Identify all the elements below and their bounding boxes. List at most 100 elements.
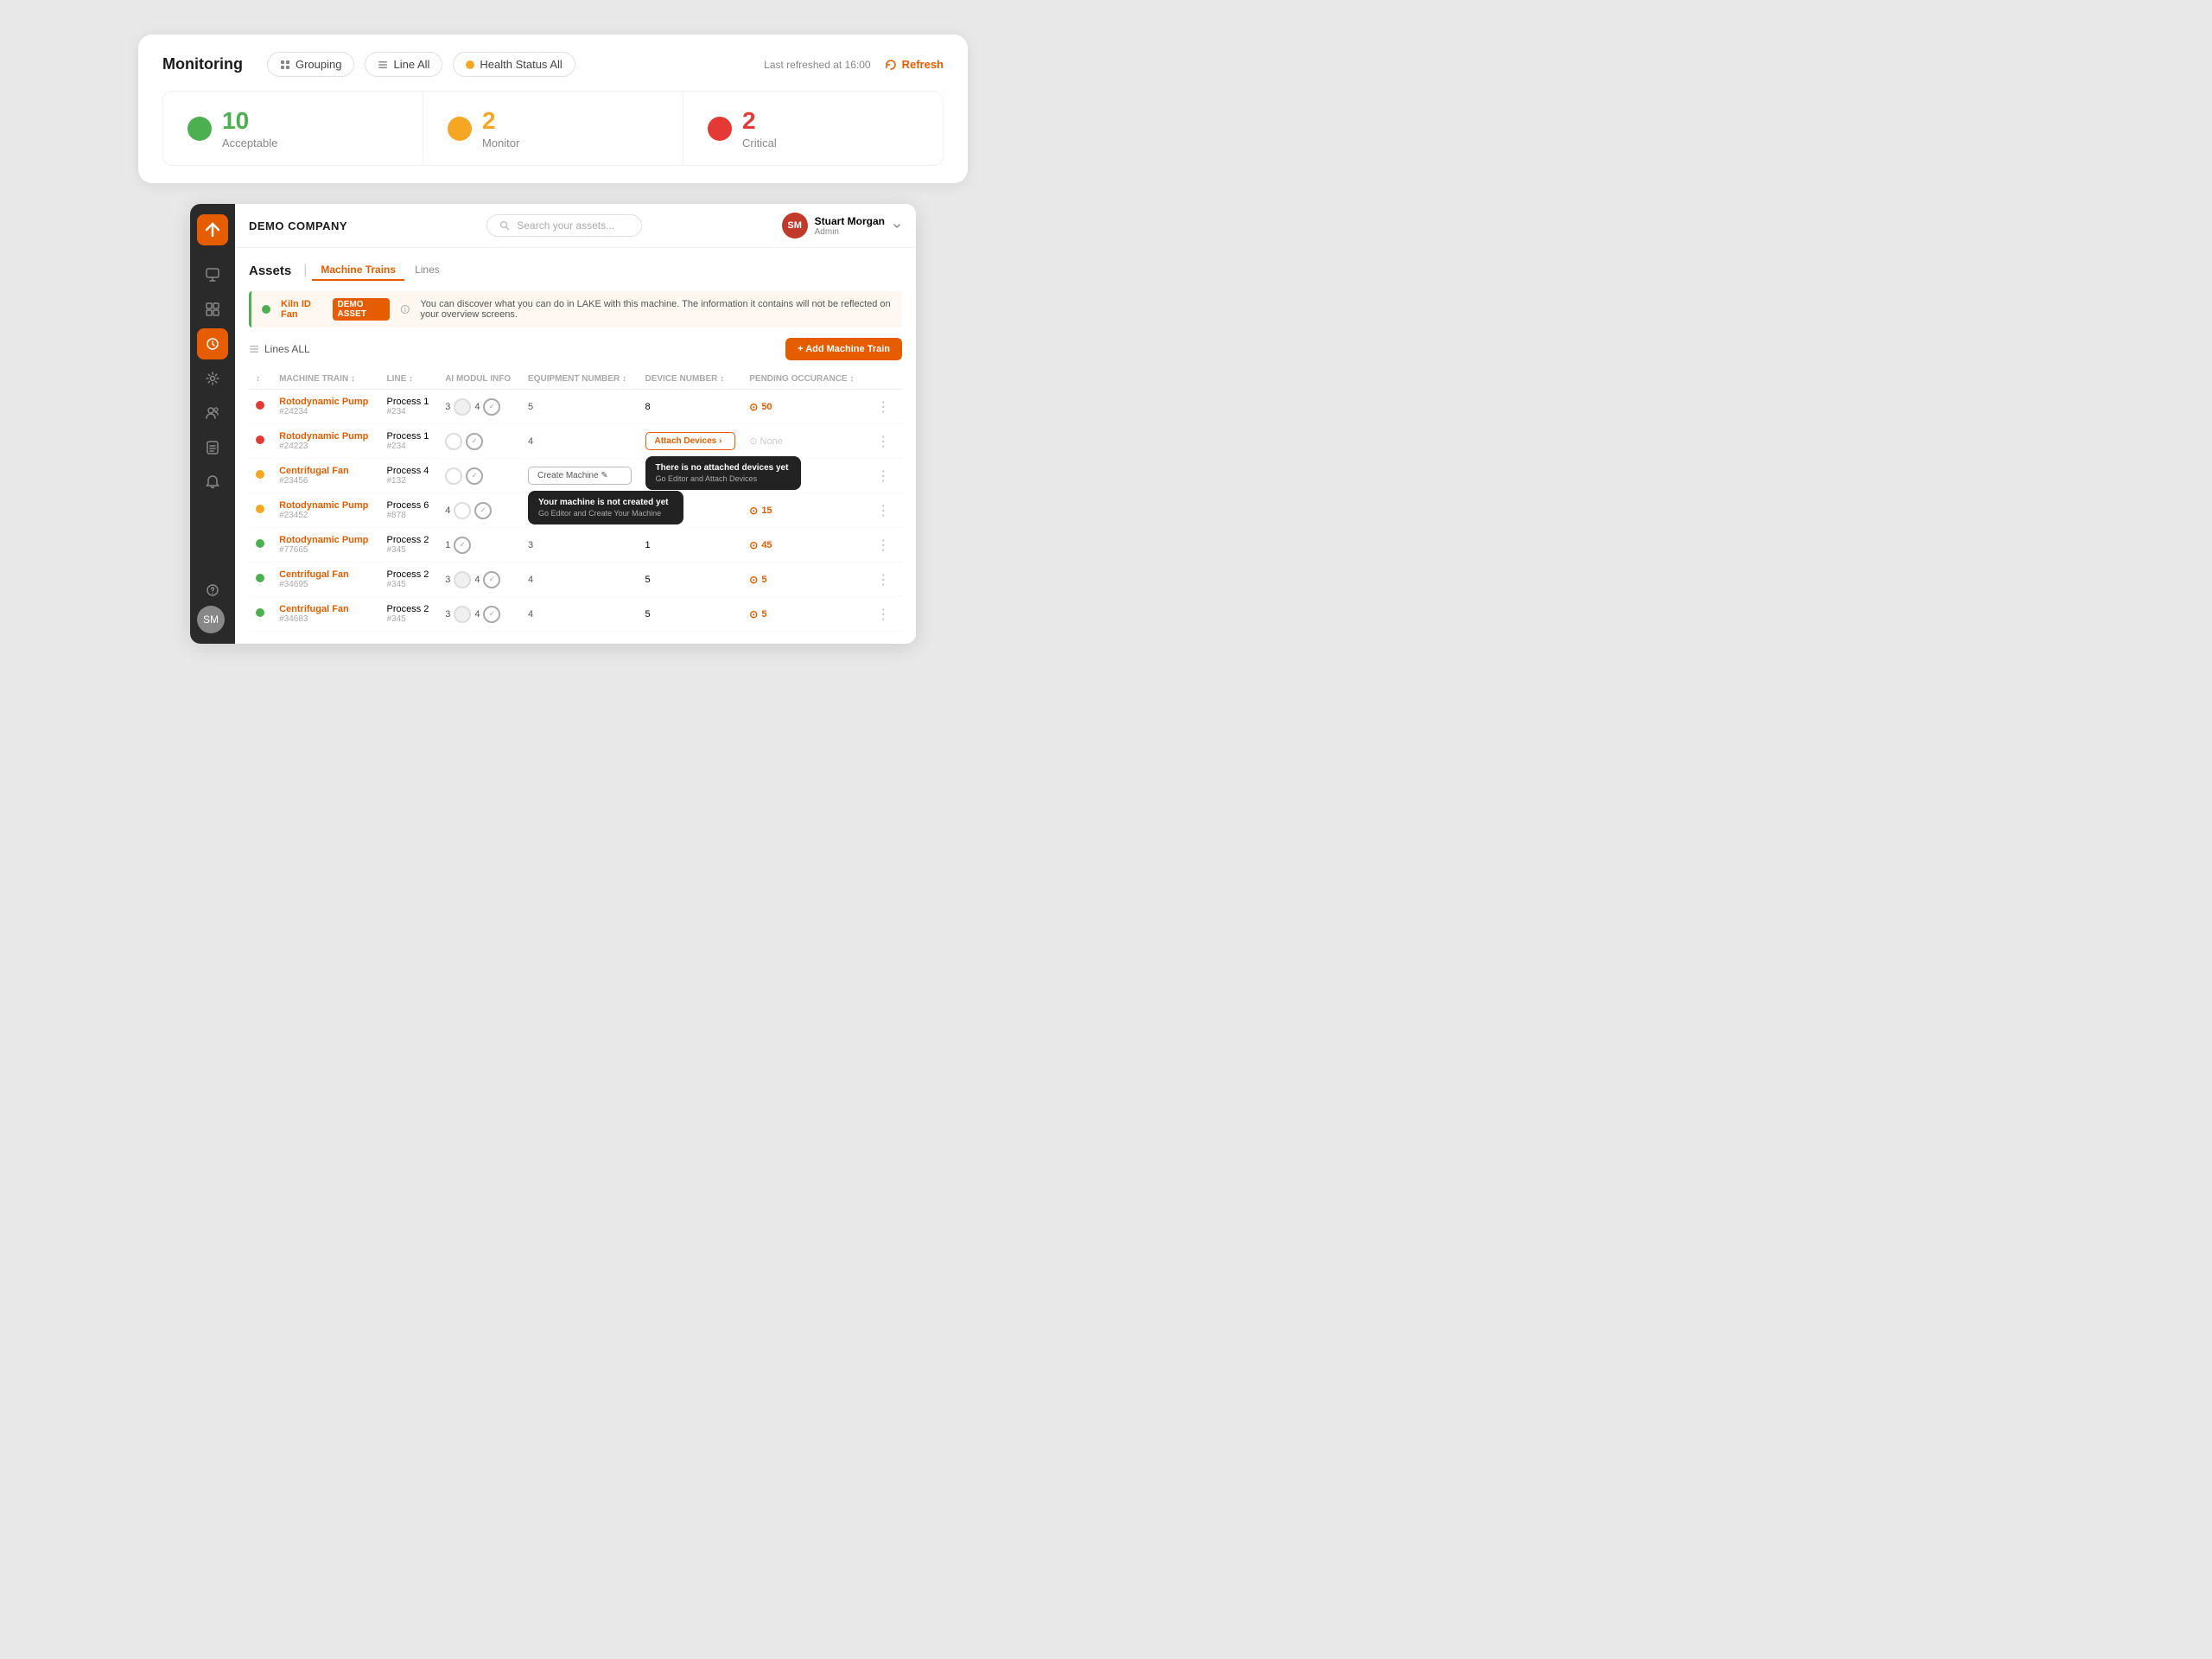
critical-label: Critical [742,137,777,149]
more-options-button[interactable]: ⋮ [873,433,893,450]
chevron-down-icon [892,220,902,231]
monitoring-header: Monitoring Grouping Line All Health Stat… [162,52,944,77]
status-dot-red [708,117,732,141]
machine-id: #34683 [279,614,372,624]
table-row: Centrifugal Fan #23456 Process 4 #132 [249,459,902,493]
user-role: Admin [815,227,885,237]
more-options-button[interactable]: ⋮ [873,467,893,485]
sidebar-avatar[interactable]: SM [197,606,225,633]
user-avatar: SM [782,213,808,238]
status-dot-orange [448,117,472,141]
machine-trains-table: ↕ MACHINE TRAIN ↕ LINE ↕ AI MODUL INFO E… [249,369,902,632]
machine-name: Centrifugal Fan [279,569,372,580]
sidebar-icon-reports[interactable] [197,432,228,463]
machine-name: Rotodynamic Pump [279,500,372,511]
more-options-button[interactable]: ⋮ [873,571,893,588]
search-bar[interactable]: Search your assets... [486,214,642,237]
sidebar-icon-grid[interactable] [197,294,228,325]
status-dot-green [188,117,212,141]
status-indicator [256,608,264,617]
sidebar-icon-settings[interactable] [197,363,228,394]
stat-critical: 2 Critical [683,92,943,165]
machine-id: #23456 [279,476,372,486]
monitoring-stats: 10 Acceptable 2 Monitor 2 Critical [162,91,944,166]
sidebar-icon-monitor[interactable] [197,259,228,290]
col-eq-num: EQUIPMENT NUMBER ↕ [521,369,638,390]
col-line: LINE ↕ [380,369,439,390]
more-options-button[interactable]: ⋮ [873,537,893,554]
add-machine-train-button[interactable]: + Add Machine Train [785,338,902,360]
lines-row: Lines ALL + Add Machine Train [249,338,902,360]
machine-id: #34695 [279,580,372,589]
table-row: Rotodynamic Pump #24223 Process 1 #234 [249,424,902,459]
grouping-filter[interactable]: Grouping [267,52,354,77]
demo-status-dot [262,305,270,314]
table-row: Rotodynamic Pump #77665 Process 2 #345 1 [249,528,902,563]
user-name: Stuart Morgan [815,215,885,227]
page-title: Assets [249,264,291,278]
line-name: Process 1 [387,397,432,407]
acceptable-count: 10 [222,107,277,135]
machine-name: Rotodynamic Pump [279,397,372,407]
machine-name: Centrifugal Fan [279,604,372,614]
main-content: DEMO COMPANY Search your assets... SM St… [235,204,916,644]
acceptable-label: Acceptable [222,137,277,149]
sidebar-logo [197,214,228,245]
status-indicator [256,539,264,548]
last-refreshed: Last refreshed at 16:00 [764,59,870,71]
status-indicator [256,574,264,582]
machine-id: #77665 [279,545,372,555]
tab-lines[interactable]: Lines [406,260,448,281]
create-tooltip: Your machine is not created yet Go Edito… [528,491,683,524]
col-ai-modul: AI MODUL INFO [438,369,521,390]
more-options-button[interactable]: ⋮ [873,606,893,623]
col-machine-train: MACHINE TRAIN ↕ [272,369,379,390]
lines-filter: Lines ALL [264,343,310,355]
col-pending: PENDING OCCURANCE ↕ [742,369,866,390]
status-indicator [256,505,264,513]
search-placeholder: Search your assets... [517,219,614,232]
demo-info-text: You can discover what you can do in LAKE… [420,299,892,320]
monitoring-card: Monitoring Grouping Line All Health Stat… [138,35,968,183]
lines-icon [249,344,259,354]
monitor-count: 2 [482,107,519,135]
demo-banner: Kiln ID Fan DEMO ASSET You can discover … [249,291,902,327]
attach-tooltip: There is no attached devices yet Go Edit… [645,456,801,490]
machine-name: Rotodynamic Pump [279,431,372,442]
sidebar-icon-assets[interactable] [197,328,228,359]
app-panel: SM DEMO COMPANY Search your assets... SM… [190,204,916,644]
sidebar-icon-notifications[interactable] [197,467,228,498]
refresh-button[interactable]: Refresh [885,58,944,71]
line-filter[interactable]: Line All [365,52,442,77]
machine-name: Rotodynamic Pump [279,535,372,545]
attach-devices-button[interactable]: Attach Devices › [645,432,736,450]
col-sort: ↕ [249,369,272,390]
user-info: SM Stuart Morgan Admin [782,213,902,238]
info-icon [400,303,410,315]
more-options-button[interactable]: ⋮ [873,502,893,519]
page-content: Assets | Machine Trains Lines Kiln ID Fa… [235,248,916,644]
col-device-num: DEVICE NUMBER ↕ [639,369,743,390]
col-actions [866,369,902,390]
sidebar-icon-help[interactable] [197,575,228,606]
tab-machine-trains[interactable]: Machine Trains [312,260,404,281]
health-status-filter[interactable]: Health Status All [453,52,575,77]
machine-id: #23452 [279,511,372,520]
monitoring-title: Monitoring [162,55,243,73]
create-machine-button[interactable]: Create Machine ✎ [528,467,631,485]
status-indicator [256,401,264,410]
header-right: Last refreshed at 16:00 Refresh [764,58,944,71]
table-row: Centrifugal Fan #34695 Process 2 #345 3 [249,563,902,597]
demo-machine-name: Kiln ID Fan [281,299,322,320]
table-wrap: ↕ MACHINE TRAIN ↕ LINE ↕ AI MODUL INFO E… [249,369,902,632]
line-id: #234 [387,407,432,416]
machine-name: Centrifugal Fan [279,466,372,476]
company-name: DEMO COMPANY [249,219,347,232]
more-options-button[interactable]: ⋮ [873,398,893,416]
stat-acceptable: 10 Acceptable [163,92,423,165]
topbar: DEMO COMPANY Search your assets... SM St… [235,204,916,248]
sidebar-icon-users[interactable] [197,397,228,429]
table-row: Rotodynamic Pump #24234 Process 1 #234 3 [249,390,902,424]
stat-monitor: 2 Monitor [423,92,683,165]
critical-count: 2 [742,107,777,135]
